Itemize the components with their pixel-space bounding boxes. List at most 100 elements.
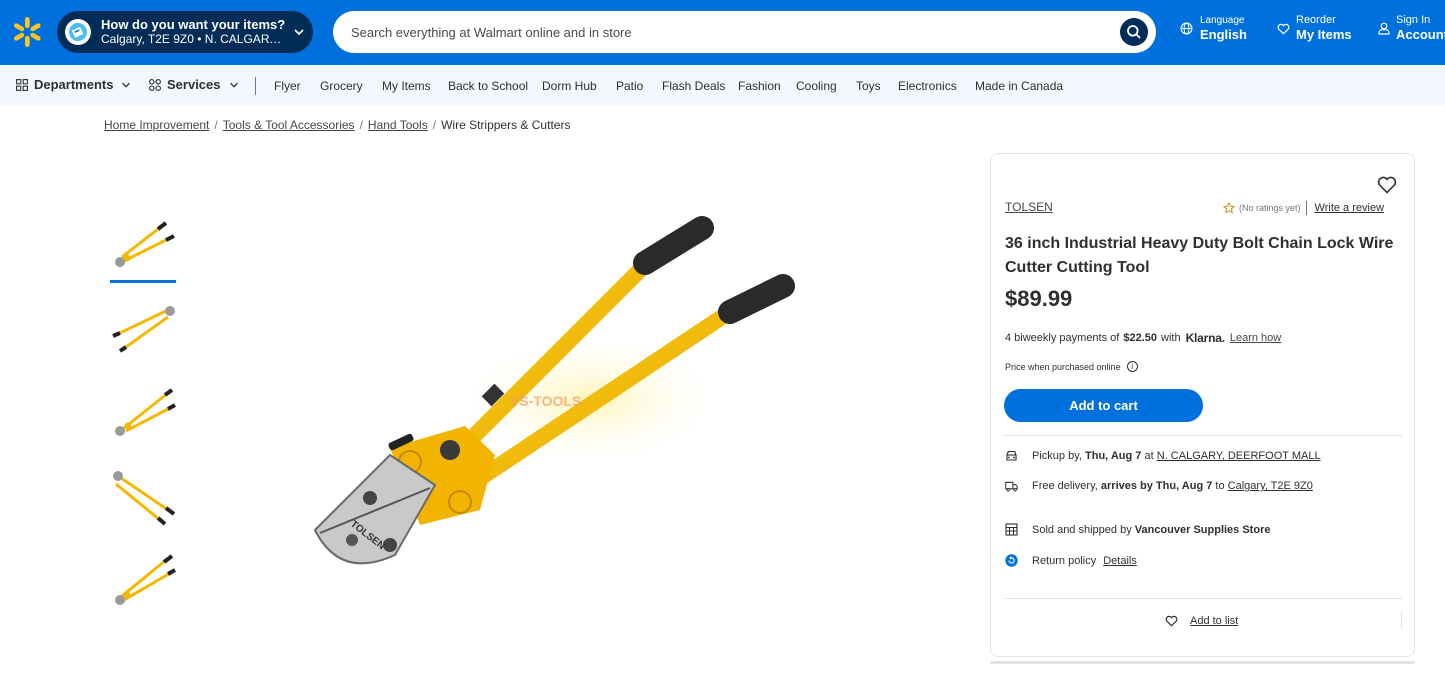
- return-policy-row: Return policy Details: [1005, 554, 1137, 567]
- thumbnail-5[interactable]: [110, 548, 176, 614]
- add-to-list-label: Add to list: [1190, 615, 1239, 627]
- thumbnail-2[interactable]: [110, 297, 176, 363]
- nav-link-cooling[interactable]: Cooling: [796, 79, 837, 93]
- klarna-amount: $22.50: [1123, 332, 1157, 344]
- nav-link-fashion[interactable]: Fashion: [738, 79, 781, 93]
- nav-link-back-to-school[interactable]: Back to School: [448, 79, 528, 93]
- nav-link-flyer[interactable]: Flyer: [274, 79, 301, 93]
- rating-divider: [1305, 201, 1307, 215]
- store-icon: [1005, 523, 1018, 536]
- delivery-location-link[interactable]: Calgary, T2E 9Z0: [1228, 480, 1313, 492]
- heart-icon: [1165, 615, 1178, 627]
- nav-link-dorm-hub[interactable]: Dorm Hub: [542, 79, 597, 93]
- nav-link-grocery[interactable]: Grocery: [320, 79, 363, 93]
- location-value: Calgary, T2E 9Z0 • N. CALGARY, DEERFOOT …: [101, 32, 287, 46]
- departments-menu[interactable]: Departments: [16, 77, 131, 92]
- chevron-down-icon: [122, 82, 131, 88]
- delivery-prefix: Free delivery,: [1032, 480, 1098, 492]
- thumbnail-3[interactable]: [110, 381, 176, 447]
- klarna-financing: 4 biweekly payments of $22.50 with Klarn…: [1005, 331, 1281, 345]
- breadcrumb-home-improvement[interactable]: Home Improvement: [104, 118, 209, 132]
- nav-link-electronics[interactable]: Electronics: [898, 79, 957, 93]
- product-price: $89.99: [1005, 286, 1073, 311]
- pickup-at: at: [1144, 450, 1154, 462]
- seller-row: Sold and shipped by Vancouver Supplies S…: [1005, 523, 1270, 536]
- heart-icon: [1277, 23, 1290, 34]
- add-to-list-button[interactable]: Add to list: [1165, 615, 1238, 627]
- nav-link-made-in-canada[interactable]: Made in Canada: [975, 79, 1063, 93]
- pickup-date: Thu, Aug 7: [1085, 450, 1142, 462]
- klarna-logo: Klarna.: [1185, 331, 1225, 345]
- departments-label: Departments: [34, 77, 114, 92]
- sign-in-account[interactable]: Sign In Account: [1378, 14, 1445, 43]
- add-to-cart-button[interactable]: Add to cart: [1004, 389, 1203, 422]
- rating-summary: (No ratings yet) Write a review: [1223, 201, 1384, 215]
- return-policy-details-link[interactable]: Details: [1103, 555, 1137, 567]
- brand-link[interactable]: TOLSEN: [1005, 200, 1053, 214]
- thumbnail-4[interactable]: [110, 464, 176, 530]
- language-value: English: [1200, 27, 1247, 42]
- search-input[interactable]: [351, 11, 1111, 53]
- delivery-truck-icon: [1005, 481, 1018, 491]
- search-button[interactable]: [1120, 18, 1148, 46]
- return-policy-label: Return policy: [1032, 554, 1097, 567]
- grid-icon: [16, 78, 28, 91]
- nav-link-toys[interactable]: Toys: [856, 79, 881, 93]
- fulfillment-icon: [65, 19, 91, 45]
- delivery-to: to: [1215, 480, 1225, 492]
- rating-text: (No ratings yet): [1239, 203, 1301, 213]
- klarna-learn-how-link[interactable]: Learn how: [1230, 332, 1281, 344]
- signin-label: Sign In: [1396, 14, 1431, 26]
- buy-box: TOLSEN (No ratings yet) Write a review 3…: [990, 153, 1415, 657]
- delivery-date: arrives by Thu, Aug 7: [1100, 480, 1213, 492]
- divider: [1401, 611, 1402, 629]
- chevron-down-icon: [294, 29, 304, 36]
- nav-link-flash-deals[interactable]: Flash Deals: [662, 79, 725, 93]
- breadcrumb-separator: /: [432, 118, 437, 132]
- pickup-car-icon: [1006, 450, 1017, 461]
- reorder-my-items[interactable]: Reorder My Items: [1277, 14, 1352, 43]
- globe-icon: [1180, 22, 1193, 35]
- divider: [1004, 435, 1402, 436]
- reorder-label: Reorder: [1296, 14, 1336, 26]
- thumbnail-1[interactable]: [110, 214, 176, 280]
- reorder-value: My Items: [1296, 27, 1352, 42]
- divider: [1004, 598, 1402, 599]
- seller-prefix: Sold and shipped by: [1032, 523, 1132, 536]
- write-review-link[interactable]: Write a review: [1315, 202, 1384, 214]
- klarna-prefix: 4 biweekly payments of: [1005, 332, 1120, 344]
- chevron-down-icon: [229, 82, 238, 88]
- nav-link-my-items[interactable]: My Items: [382, 79, 431, 93]
- services-grid-icon: [149, 78, 161, 91]
- language-selector[interactable]: Language English: [1180, 14, 1247, 43]
- watermark-text: VS-TOOLS: [510, 393, 581, 409]
- nav-divider: [255, 77, 256, 95]
- pickup-prefix: Pickup by,: [1032, 450, 1082, 462]
- product-main-image[interactable]: VS-TOOLS TOLSEN: [290, 200, 810, 600]
- search-icon: [1127, 25, 1141, 39]
- location-question: How do you want your items?: [101, 17, 286, 32]
- thumbnail-selected-indicator: [110, 280, 176, 283]
- walmart-spark-logo[interactable]: [11, 16, 43, 48]
- price-note: Price when purchased online i: [1005, 361, 1138, 372]
- info-icon[interactable]: i: [1126, 361, 1138, 372]
- services-menu[interactable]: Services: [149, 77, 239, 92]
- klarna-with: with: [1161, 332, 1181, 344]
- star-icon: [1223, 202, 1235, 214]
- user-icon: [1378, 22, 1390, 35]
- language-label: Language: [1200, 15, 1245, 26]
- panel-bottom-edge: [990, 661, 1415, 664]
- nav-link-patio[interactable]: Patio: [616, 79, 643, 93]
- breadcrumb-hand-tools[interactable]: Hand Tools: [368, 118, 428, 132]
- services-label: Services: [167, 77, 221, 92]
- breadcrumb-current: Wire Strippers & Cutters: [441, 118, 571, 132]
- breadcrumb: Home Improvement / Tools & Tool Accessorie…: [104, 118, 570, 132]
- pickup-store-link[interactable]: N. CALGARY, DEERFOOT MALL: [1157, 450, 1321, 462]
- favorite-heart-icon[interactable]: [1377, 176, 1397, 194]
- delivery-row: Free delivery, arrives by Thu, Aug 7 to …: [1005, 480, 1313, 492]
- department-nav: Departments Services Flyer Grocery My It…: [0, 65, 1445, 106]
- fulfillment-location-selector[interactable]: How do you want your items? Calgary, T2E…: [57, 11, 313, 53]
- search-bar: [333, 11, 1156, 53]
- breadcrumb-tools-accessories[interactable]: Tools & Tool Accessories: [223, 118, 355, 132]
- pickup-row: Pickup by, Thu, Aug 7 at N. CALGARY, DEE…: [1005, 450, 1321, 462]
